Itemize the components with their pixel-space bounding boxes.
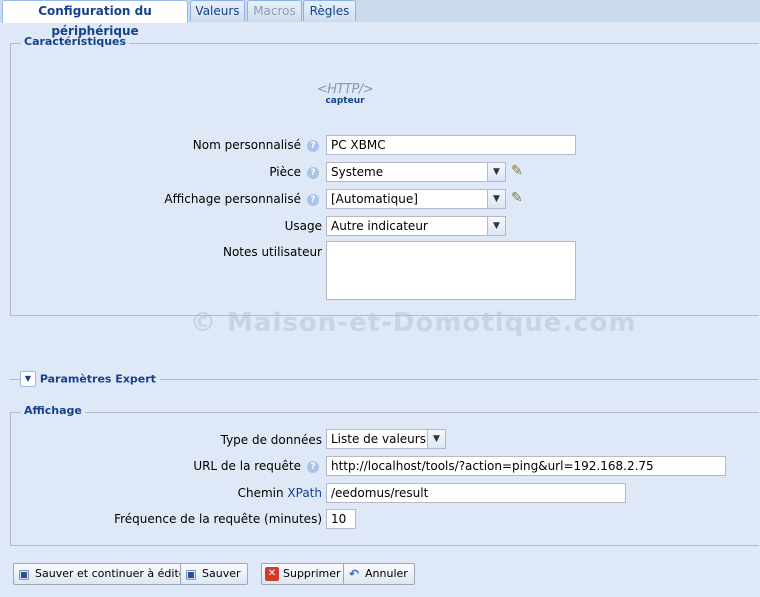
usage-label: Usage [284, 219, 322, 233]
display-legend: Affichage [21, 404, 85, 417]
pencil-icon[interactable]: ✎ [511, 163, 523, 179]
tab-values[interactable]: Valeurs [190, 0, 245, 21]
expert-label: Paramètres Expert [39, 372, 156, 386]
frequency-label: Fréquence de la requête (minutes) [114, 512, 322, 526]
xpath-field[interactable]: /eedomus/result [326, 483, 626, 503]
url-field[interactable]: http://localhost/tools/?action=ping&url=… [326, 456, 726, 476]
pencil-icon[interactable]: ✎ [511, 190, 523, 206]
tab-configuration[interactable]: Configuration du périphérique [2, 0, 188, 38]
frequency-field[interactable]: 10 [326, 509, 356, 529]
data-type-label: Type de données [220, 433, 322, 447]
floppy-disk-icon: ▣ [185, 567, 197, 581]
tab-rules[interactable]: Règles [303, 0, 356, 21]
help-icon[interactable]: ? [307, 167, 319, 179]
tab-bar: Configuration du périphérique Valeurs Ma… [0, 0, 760, 38]
save-button[interactable]: ▣ Sauver [180, 563, 248, 585]
chevron-down-icon[interactable]: ▼ [20, 371, 36, 387]
name-label: Nom personnalisé [192, 138, 301, 152]
http-device-icon: <HTTP/> capteur [312, 82, 378, 106]
undo-icon: ↶ [348, 567, 360, 581]
tab-macros[interactable]: Macros [247, 0, 302, 21]
name-field[interactable]: PC XBMC [326, 135, 576, 155]
display-label: Affichage personnalisé [164, 192, 301, 206]
notes-textarea[interactable] [326, 241, 576, 300]
xpath-label: Chemin XPath [237, 486, 322, 500]
room-select[interactable]: Systeme ▼ [326, 162, 506, 182]
watermark: © Maison-et-Domotique.com [190, 308, 637, 338]
url-label: URL de la requête [193, 459, 301, 473]
data-type-select[interactable]: Liste de valeurs ▼ [326, 429, 446, 449]
chevron-down-icon[interactable]: ▼ [427, 430, 445, 448]
device-caption: capteur [325, 96, 365, 106]
xpath-link[interactable]: XPath [287, 486, 322, 500]
display-select[interactable]: [Automatique] ▼ [326, 189, 506, 209]
delete-icon: ✕ [265, 567, 279, 581]
chevron-down-icon[interactable]: ▼ [487, 190, 505, 208]
room-label: Pièce [269, 165, 301, 179]
help-icon[interactable]: ? [307, 461, 319, 473]
save-continue-button[interactable]: ▣ Sauver et continuer à éditer [13, 563, 198, 585]
notes-label: Notes utilisateur [222, 245, 322, 259]
chevron-down-icon[interactable]: ▼ [487, 217, 505, 235]
help-icon[interactable]: ? [307, 140, 319, 152]
expert-toggle[interactable]: ▼ Paramètres Expert [20, 371, 160, 387]
delete-button[interactable]: ✕ Supprimer [261, 563, 348, 585]
help-icon[interactable]: ? [307, 194, 319, 206]
cancel-button[interactable]: ↶ Annuler [343, 563, 415, 585]
floppy-disk-icon: ▣ [18, 567, 30, 581]
usage-select[interactable]: Autre indicateur ▼ [326, 216, 506, 236]
config-panel: Caractéristiques <HTTP/> capteur Nom per… [0, 22, 760, 597]
chevron-down-icon[interactable]: ▼ [487, 163, 505, 181]
